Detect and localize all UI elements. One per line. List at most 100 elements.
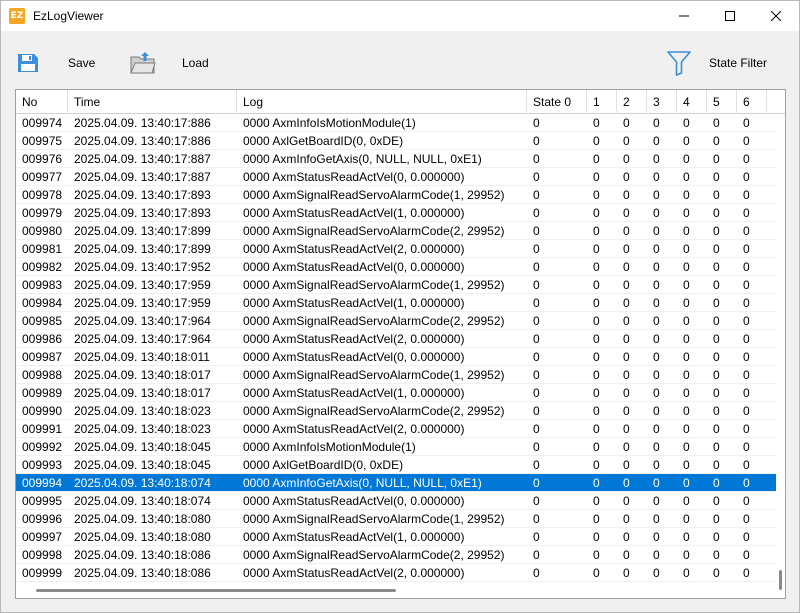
cell-state3: 0: [653, 242, 660, 256]
cell-state3: 0: [653, 386, 660, 400]
cell-state5: 0: [713, 314, 720, 328]
table-row[interactable]: 009986 2025.04.09. 13:40:17:964 0000 AxmSt…: [16, 330, 785, 348]
table-row[interactable]: 009981 2025.04.09. 13:40:17:899 0000 AxmSt…: [16, 240, 785, 258]
cell-state3: 0: [653, 314, 660, 328]
minimize-button[interactable]: [661, 1, 707, 31]
load-button[interactable]: Load: [130, 49, 209, 77]
app-logo-icon: EZ: [9, 8, 25, 24]
cell-state5: 0: [713, 404, 720, 418]
cell-state3: 0: [653, 548, 660, 562]
table-row[interactable]: 009979 2025.04.09. 13:40:17:893 0000 AxmSt…: [16, 204, 785, 222]
open-folder-icon: [130, 52, 156, 74]
horizontal-scroll-thumb[interactable]: [36, 589, 396, 592]
table-row[interactable]: 009990 2025.04.09. 13:40:18:023 0000 AxmSi…: [16, 402, 785, 420]
column-header-state3[interactable]: 3: [647, 90, 677, 114]
cell-state1: 0: [593, 332, 600, 346]
save-button[interactable]: Save: [16, 49, 95, 77]
cell-state1: 0: [593, 206, 600, 220]
maximize-button[interactable]: [707, 1, 753, 31]
table-row[interactable]: 009976 2025.04.09. 13:40:17:887 0000 AxmIn…: [16, 150, 785, 168]
table-row[interactable]: 009977 2025.04.09. 13:40:17:887 0000 AxmSt…: [16, 168, 785, 186]
cell-state4: 0: [683, 530, 690, 544]
cell-state6: 0: [743, 440, 750, 454]
cell-state3: 0: [653, 296, 660, 310]
close-button[interactable]: [753, 1, 799, 31]
table-row[interactable]: 009982 2025.04.09. 13:40:17:952 0000 AxmSt…: [16, 258, 785, 276]
cell-state4: 0: [683, 440, 690, 454]
column-header-time[interactable]: Time: [68, 90, 237, 114]
cell-state5: 0: [713, 440, 720, 454]
cell-state4: 0: [683, 188, 690, 202]
table-row[interactable]: 009984 2025.04.09. 13:40:17:959 0000 AxmSt…: [16, 294, 785, 312]
cell-state1: 0: [593, 494, 600, 508]
cell-time: 2025.04.09. 13:40:18:074: [74, 476, 211, 490]
column-header-state5[interactable]: 5: [707, 90, 737, 114]
cell-state5: 0: [713, 224, 720, 238]
title-bar[interactable]: EZ EzLogViewer: [1, 1, 799, 31]
window-title: EzLogViewer: [33, 9, 104, 23]
table-row[interactable]: 009975 2025.04.09. 13:40:17:886 0000 AxlGe…: [16, 132, 785, 150]
cell-state0: 0: [533, 314, 540, 328]
table-row[interactable]: 009974 2025.04.09. 13:40:17:886 0000 AxmIn…: [16, 114, 785, 132]
column-header-no[interactable]: No: [16, 90, 68, 114]
horizontal-scrollbar[interactable]: [16, 584, 776, 598]
log-table[interactable]: No Time Log State 0 1 2 3 4 5 6 009974 20…: [15, 89, 786, 599]
state-filter-button[interactable]: State Filter: [667, 49, 767, 77]
column-header-log[interactable]: Log: [237, 90, 527, 114]
cell-state5: 0: [713, 152, 720, 166]
table-row[interactable]: 009997 2025.04.09. 13:40:18:080 0000 AxmSt…: [16, 528, 785, 546]
cell-state6: 0: [743, 314, 750, 328]
table-header: No Time Log State 0 1 2 3 4 5 6: [16, 90, 785, 114]
cell-state0: 0: [533, 548, 540, 562]
table-row[interactable]: 009996 2025.04.09. 13:40:18:080 0000 AxmSi…: [16, 510, 785, 528]
table-row[interactable]: 009980 2025.04.09. 13:40:17:899 0000 AxmSi…: [16, 222, 785, 240]
table-row[interactable]: 009989 2025.04.09. 13:40:18:017 0000 AxmSt…: [16, 384, 785, 402]
cell-state5: 0: [713, 458, 720, 472]
vertical-scrollbar[interactable]: [776, 114, 785, 598]
vertical-scroll-thumb[interactable]: [779, 570, 782, 590]
column-header-state4[interactable]: 4: [677, 90, 707, 114]
cell-time: 2025.04.09. 13:40:18:086: [74, 566, 211, 580]
app-window: EZ EzLogViewer Save Load State Filter No…: [0, 0, 800, 613]
table-row[interactable]: 009988 2025.04.09. 13:40:18:017 0000 AxmSi…: [16, 366, 785, 384]
table-row[interactable]: 009999 2025.04.09. 13:40:18:086 0000 AxmSt…: [16, 564, 785, 582]
column-header-state1[interactable]: 1: [587, 90, 617, 114]
table-row[interactable]: 009992 2025.04.09. 13:40:18:045 0000 AxmIn…: [16, 438, 785, 456]
table-row[interactable]: 009983 2025.04.09. 13:40:17:959 0000 AxmSi…: [16, 276, 785, 294]
cell-log: 0000 AxmStatusReadActVel(1, 0.000000): [243, 296, 465, 310]
cell-state4: 0: [683, 422, 690, 436]
cell-state5: 0: [713, 134, 720, 148]
table-row[interactable]: 009995 2025.04.09. 13:40:18:074 0000 AxmSt…: [16, 492, 785, 510]
cell-state4: 0: [683, 404, 690, 418]
cell-no: 009985: [22, 314, 63, 328]
funnel-icon: [667, 51, 691, 76]
cell-state6: 0: [743, 350, 750, 364]
cell-time: 2025.04.09. 13:40:18:074: [74, 494, 211, 508]
table-row[interactable]: 009994 2025.04.09. 13:40:18:074 0000 AxmIn…: [16, 474, 785, 492]
cell-state6: 0: [743, 206, 750, 220]
cell-state0: 0: [533, 422, 540, 436]
table-row[interactable]: 009998 2025.04.09. 13:40:18:086 0000 AxmSi…: [16, 546, 785, 564]
cell-log: 0000 AxmSignalReadServoAlarmCode(2, 2995…: [243, 224, 505, 238]
cell-state3: 0: [653, 206, 660, 220]
table-row[interactable]: 009987 2025.04.09. 13:40:18:011 0000 AxmSt…: [16, 348, 785, 366]
cell-no: 009976: [22, 152, 63, 166]
table-row[interactable]: 009978 2025.04.09. 13:40:17:893 0000 AxmSi…: [16, 186, 785, 204]
cell-state0: 0: [533, 260, 540, 274]
cell-state1: 0: [593, 404, 600, 418]
cell-state4: 0: [683, 278, 690, 292]
cell-time: 2025.04.09. 13:40:17:964: [74, 332, 211, 346]
cell-state2: 0: [623, 350, 630, 364]
cell-state6: 0: [743, 296, 750, 310]
table-row[interactable]: 009991 2025.04.09. 13:40:18:023 0000 AxmSt…: [16, 420, 785, 438]
cell-log: 0000 AxmInfoIsMotionModule(1): [243, 116, 416, 130]
cell-state0: 0: [533, 242, 540, 256]
column-header-state2[interactable]: 2: [617, 90, 647, 114]
table-row[interactable]: 009985 2025.04.09. 13:40:17:964 0000 AxmSi…: [16, 312, 785, 330]
column-header-state0[interactable]: State 0: [527, 90, 587, 114]
cell-state1: 0: [593, 116, 600, 130]
column-header-state6[interactable]: 6: [737, 90, 767, 114]
cell-log: 0000 AxmSignalReadServoAlarmCode(2, 2995…: [243, 404, 505, 418]
cell-state4: 0: [683, 368, 690, 382]
table-row[interactable]: 009993 2025.04.09. 13:40:18:045 0000 AxlGe…: [16, 456, 785, 474]
